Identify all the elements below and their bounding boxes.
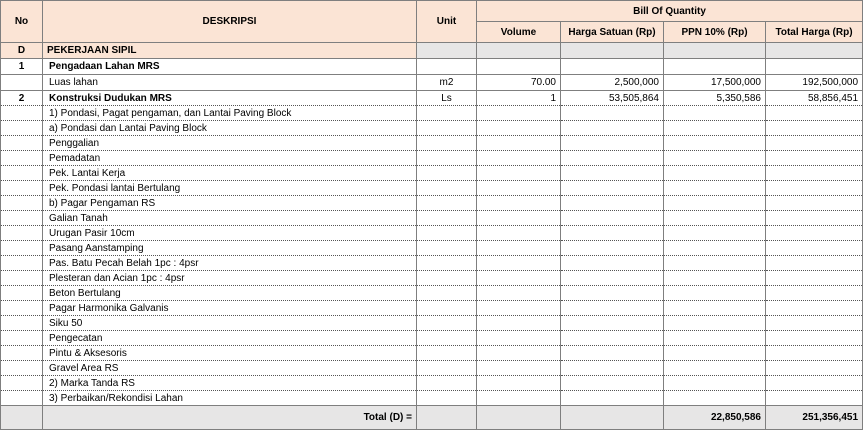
detail-desc: 1) Pondasi, Pagat pengaman, dan Lantai P… — [42, 105, 417, 121]
header-ppn: PPN 10% (Rp) — [663, 21, 766, 43]
header-boq: Bill Of Quantity — [475, 0, 864, 22]
total-harga-sum: 251,356,451 — [764, 405, 864, 430]
item1-row: 1 Pengadaan Lahan MRS — [0, 58, 864, 75]
detail-desc: Galian Tanah — [42, 210, 417, 226]
detail-row: Pagar Harmonika Galvanis — [0, 300, 864, 316]
item1-title: Pengadaan Lahan MRS — [42, 58, 417, 75]
header-volume: Volume — [476, 21, 561, 43]
item1-sub-desc: Luas lahan — [42, 74, 417, 91]
section-title: PEKERJAAN SIPIL — [42, 42, 417, 59]
detail-desc: Siku 50 — [42, 315, 417, 331]
detail-row: Penggalian — [0, 135, 864, 151]
item1-sub-row: Luas lahan m2 70.00 2,500,000 17,500,000… — [0, 74, 864, 91]
item1-sub-total: 192,500,000 — [764, 74, 864, 91]
detail-row: Plesteran dan Acian 1pc : 4psr — [0, 270, 864, 286]
item2-harga: 53,505,864 — [560, 90, 664, 106]
item2-unit: Ls — [416, 90, 477, 106]
detail-desc: Pas. Batu Pecah Belah 1pc : 4psr — [42, 255, 417, 271]
detail-row: Galian Tanah — [0, 210, 864, 226]
item2-no: 2 — [0, 90, 43, 106]
detail-row: Beton Bertulang — [0, 285, 864, 301]
boq-table: No DESKRIPSI Unit Bill Of Quantity Volum… — [0, 0, 864, 430]
detail-desc: Urugan Pasir 10cm — [42, 225, 417, 241]
detail-desc: Pasang Aanstamping — [42, 240, 417, 256]
detail-desc: Penggalian — [42, 135, 417, 151]
item2-ppn: 5,350,586 — [663, 90, 766, 106]
detail-row: 2) Marka Tanda RS — [0, 375, 864, 391]
item1-no: 1 — [0, 58, 43, 75]
detail-desc: Pek. Lantai Kerja — [42, 165, 417, 181]
detail-desc: 3) Perbaikan/Rekondisi Lahan — [42, 390, 417, 406]
item2-title: Konstruksi Dudukan MRS — [42, 90, 417, 106]
detail-row: Pengecatan — [0, 330, 864, 346]
detail-row: Pemadatan — [0, 150, 864, 166]
detail-desc: Gravel Area RS — [42, 360, 417, 376]
detail-row: Gravel Area RS — [0, 360, 864, 376]
detail-row: Pek. Pondasi lantai Bertulang — [0, 180, 864, 196]
detail-desc: Beton Bertulang — [42, 285, 417, 301]
detail-desc: b) Pagar Pengaman RS — [42, 195, 417, 211]
detail-row: b) Pagar Pengaman RS — [0, 195, 864, 211]
detail-desc: a) Pondasi dan Lantai Paving Block — [42, 120, 417, 136]
header-unit: Unit — [416, 0, 477, 43]
total-label: Total (D) = — [42, 405, 417, 430]
detail-desc: Pengecatan — [42, 330, 417, 346]
item2-row: 2 Konstruksi Dudukan MRS Ls 1 53,505,864… — [0, 90, 864, 106]
item1-sub-ppn: 17,500,000 — [663, 74, 766, 91]
detail-desc: Pagar Harmonika Galvanis — [42, 300, 417, 316]
detail-row: 1) Pondasi, Pagat pengaman, dan Lantai P… — [0, 105, 864, 121]
detail-row: Pasang Aanstamping — [0, 240, 864, 256]
item1-sub-volume: 70.00 — [476, 74, 561, 91]
detail-row: Pintu & Aksesoris — [0, 345, 864, 361]
detail-desc: Pintu & Aksesoris — [42, 345, 417, 361]
item2-total: 58,856,451 — [764, 90, 864, 106]
total-ppn: 22,850,586 — [663, 405, 766, 430]
detail-desc: Pemadatan — [42, 150, 417, 166]
detail-row: Pas. Batu Pecah Belah 1pc : 4psr — [0, 255, 864, 271]
item1-sub-unit: m2 — [416, 74, 477, 91]
header-total-harga: Total Harga (Rp) — [764, 21, 864, 43]
detail-desc: Plesteran dan Acian 1pc : 4psr — [42, 270, 417, 286]
item2-volume: 1 — [476, 90, 561, 106]
header-deskripsi: DESKRIPSI — [42, 0, 417, 43]
section-no: D — [0, 42, 43, 59]
detail-row: Pek. Lantai Kerja — [0, 165, 864, 181]
header-harga-satuan: Harga Satuan (Rp) — [560, 21, 664, 43]
detail-row: 3) Perbaikan/Rekondisi Lahan — [0, 390, 864, 406]
detail-desc: 2) Marka Tanda RS — [42, 375, 417, 391]
detail-row: a) Pondasi dan Lantai Paving Block — [0, 120, 864, 136]
total-row: Total (D) = 22,850,586 251,356,451 — [0, 405, 864, 430]
section-row: D PEKERJAAN SIPIL — [0, 42, 864, 59]
item1-sub-harga: 2,500,000 — [560, 74, 664, 91]
detail-row: Urugan Pasir 10cm — [0, 225, 864, 241]
detail-desc: Pek. Pondasi lantai Bertulang — [42, 180, 417, 196]
header-no: No — [0, 0, 43, 43]
detail-row: Siku 50 — [0, 315, 864, 331]
